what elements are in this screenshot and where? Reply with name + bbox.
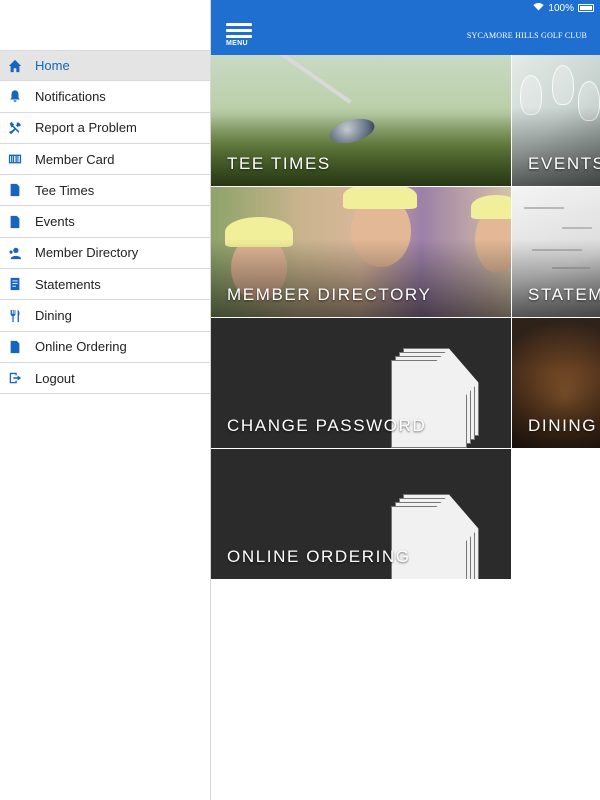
tile-label: MEMBER DIRECTORY — [227, 285, 432, 304]
sidebar-item-label: Statements — [35, 276, 101, 292]
battery-level: 100% — [548, 2, 574, 14]
sidebar-item-label: Member Directory — [35, 245, 139, 261]
club-name: SYCAMORE HILLS GOLF CLUB — [466, 31, 587, 40]
barcode-icon — [7, 151, 23, 167]
sidebar-item-label: Notifications — [35, 88, 106, 104]
sidebar-item-label: Logout — [35, 370, 75, 386]
sidebar-item-home[interactable]: Home — [0, 50, 210, 82]
sidebar-item-label: Report a Problem — [35, 120, 137, 136]
logout-icon — [7, 370, 23, 386]
sidebar-item-member-card[interactable]: Member Card — [0, 144, 210, 176]
tile-shade — [512, 239, 600, 317]
status-bar: 100% — [533, 2, 594, 14]
sidebar-item-label: Tee Times — [35, 182, 95, 198]
drawer-menu: Home Notifications Report a Problem Memb… — [0, 50, 210, 395]
hamburger-icon-bar — [226, 35, 252, 38]
golf-club-graphic — [251, 55, 352, 104]
cap-graphic — [471, 195, 511, 219]
document-icon — [7, 182, 23, 198]
utensils-icon — [7, 308, 23, 324]
tile-tee-times[interactable]: TEE TIMES — [211, 55, 511, 186]
statement-icon — [7, 276, 23, 292]
sidebar-item-label: Online Ordering — [35, 339, 127, 355]
tile-label: EVENTS — [528, 154, 600, 173]
bell-icon — [7, 88, 23, 104]
tile-shade — [512, 370, 600, 448]
sidebar-item-label: Member Card — [35, 151, 115, 167]
sidebar-item-report-a-problem[interactable]: Report a Problem — [0, 113, 210, 144]
sidebar-item-online-ordering[interactable]: Online Ordering — [0, 332, 210, 363]
menu-button[interactable]: MENU — [226, 23, 252, 47]
tile-statements[interactable]: STATEMENTS — [512, 187, 600, 317]
tile-label: CHANGE PASSWORD — [227, 416, 427, 435]
main-panel: 100% MENU SYCAMORE HILLS GOLF CLUB TEE T… — [211, 0, 600, 800]
sidebar-item-label: Home — [35, 58, 70, 74]
sidebar-item-events[interactable]: Events — [0, 206, 210, 238]
sidebar-item-label: Dining — [35, 308, 72, 324]
sidebar-item-statements[interactable]: Statements — [0, 269, 210, 301]
tile-change-password[interactable]: CHANGE PASSWORD — [211, 318, 511, 448]
sidebar-item-member-directory[interactable]: Member Directory — [0, 238, 210, 270]
document-icon — [7, 214, 23, 230]
tile-shade — [512, 107, 600, 186]
statement-line-graphic — [562, 227, 592, 229]
tools-icon — [7, 120, 23, 136]
members-icon — [7, 245, 23, 261]
tile-label: ONLINE ORDERING — [227, 547, 411, 566]
menu-label: MENU — [226, 40, 248, 47]
sidebar-item-dining[interactable]: Dining — [0, 300, 210, 332]
tile-member-directory[interactable]: MEMBER DIRECTORY — [211, 187, 511, 317]
tile-shade — [211, 107, 511, 186]
side-drawer: Home Notifications Report a Problem Memb… — [0, 0, 211, 800]
sidebar-item-tee-times[interactable]: Tee Times — [0, 175, 210, 207]
wine-glass-graphic — [552, 65, 574, 105]
document-icon — [7, 339, 23, 355]
documents-icon — [391, 494, 481, 579]
tile-events[interactable]: EVENTS — [512, 55, 600, 186]
hamburger-icon — [226, 23, 252, 26]
cap-graphic — [343, 187, 417, 209]
battery-icon — [578, 4, 594, 12]
hamburger-icon-bar — [226, 29, 252, 32]
sidebar-item-logout[interactable]: Logout — [0, 363, 210, 395]
sidebar-item-label: Events — [35, 214, 75, 230]
app-header: 100% MENU SYCAMORE HILLS GOLF CLUB — [211, 0, 600, 55]
tile-shade — [211, 239, 511, 317]
tile-online-ordering[interactable]: ONLINE ORDERING — [211, 449, 511, 579]
tile-label: STATEMENTS — [528, 285, 600, 304]
wifi-icon — [533, 2, 545, 14]
sidebar-item-notifications[interactable]: Notifications — [0, 81, 210, 113]
tile-label: TEE TIMES — [227, 154, 331, 173]
statement-line-graphic — [524, 207, 564, 209]
tile-label: DINING — [528, 416, 598, 435]
tile-dining[interactable]: DINING — [512, 318, 600, 448]
home-icon — [7, 58, 23, 74]
